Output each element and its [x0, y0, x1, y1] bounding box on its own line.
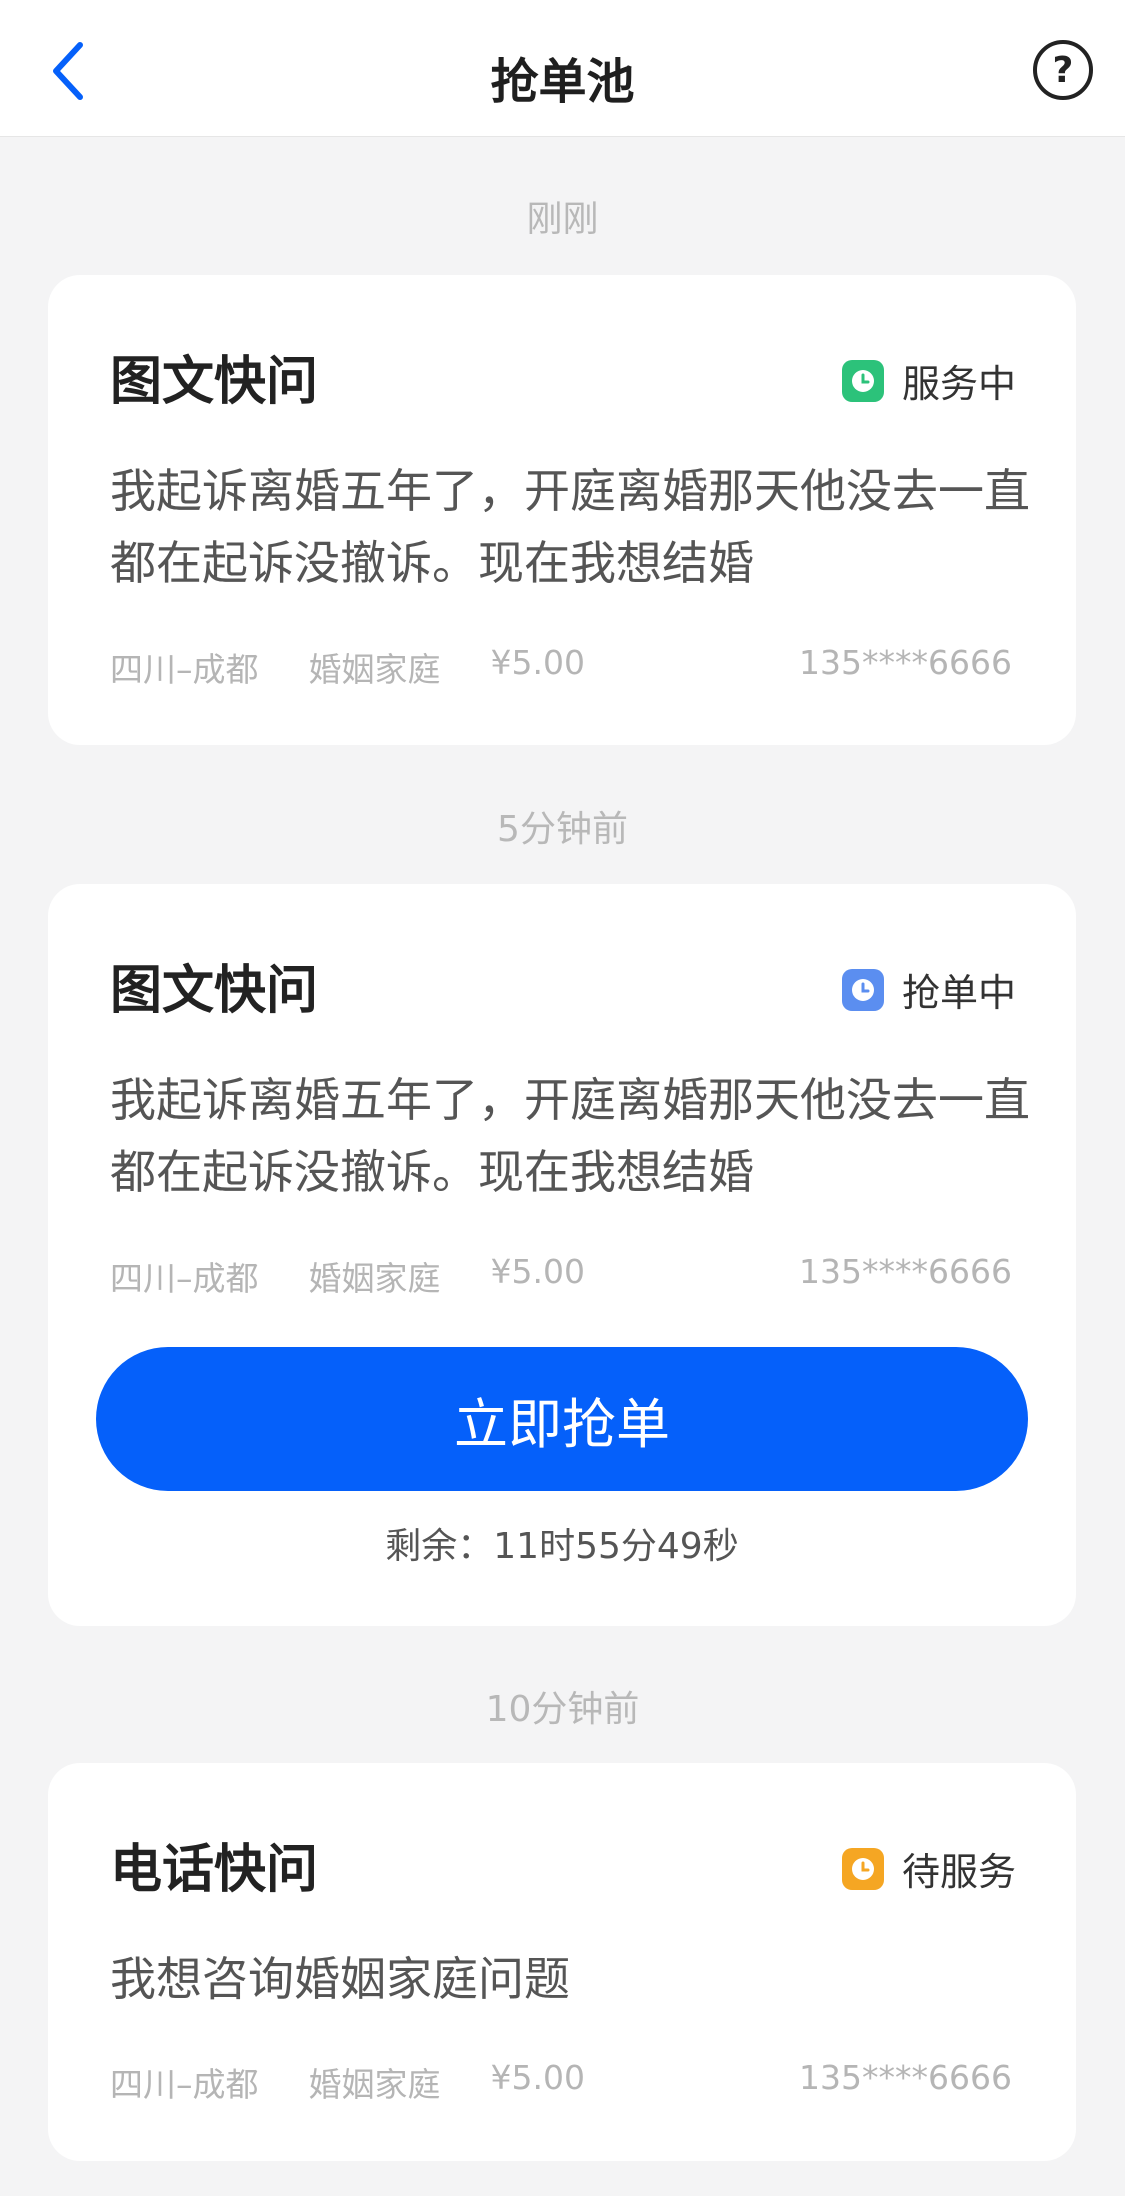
- card-meta: 四川–成都 婚姻家庭 ¥5.00 135****6666: [110, 2058, 1012, 2106]
- question-circle-icon: ?: [1052, 49, 1074, 91]
- question-description: 我想咨询婚姻家庭问题: [110, 1952, 570, 2006]
- question-description: 我起诉离婚五年了，开庭离婚那天他没去一直都在起诉没撤诉。现在我想结婚: [110, 1073, 1030, 1199]
- phone-text: 135****6666: [799, 643, 1012, 682]
- nav-bar: 抢单池 ?: [0, 0, 1125, 137]
- status-text: 服务中: [901, 362, 1016, 406]
- order-card[interactable]: 电话快问 待服务 我想咨询婚姻家庭问题 四川–成都 婚姻家庭 ¥5.00 135…: [48, 1763, 1076, 2161]
- page-title: 抢单池: [490, 54, 635, 110]
- price-text: ¥5.00: [490, 1252, 585, 1291]
- status-badge: 抢单中: [841, 962, 1016, 1017]
- status-badge: 待服务: [841, 1841, 1016, 1896]
- price-text: ¥5.00: [490, 643, 585, 682]
- clock-icon: [841, 1847, 884, 1890]
- order-card[interactable]: 图文快问 服务中 我起诉离婚五年了，开庭离婚那天他没去一直都在起诉没撤诉。现在我…: [48, 275, 1076, 745]
- location-text: 四川–成都: [110, 650, 259, 689]
- location-text: 四川–成都: [110, 2065, 259, 2104]
- card-title: 电话快问: [110, 1840, 319, 1900]
- help-button[interactable]: ?: [1033, 40, 1093, 100]
- location-text: 四川–成都: [110, 1259, 259, 1298]
- timestamp-label: 刚刚: [526, 199, 599, 240]
- price-text: ¥5.00: [490, 2058, 585, 2097]
- category-text: 婚姻家庭: [308, 650, 441, 689]
- category-text: 婚姻家庭: [308, 2065, 441, 2104]
- order-card[interactable]: 图文快问 抢单中 我起诉离婚五年了，开庭离婚那天他没去一直都在起诉没撤诉。现在我…: [48, 884, 1076, 1626]
- grab-order-button[interactable]: 立即抢单: [96, 1347, 1028, 1491]
- phone-text: 135****6666: [799, 2058, 1012, 2097]
- timestamp-label: 10分钟前: [485, 1689, 640, 1730]
- clock-icon: [841, 359, 884, 402]
- card-title: 图文快问: [110, 352, 319, 412]
- status-text: 待服务: [901, 1850, 1016, 1894]
- status-text: 抢单中: [901, 971, 1016, 1015]
- card-meta: 四川–成都 婚姻家庭 ¥5.00 135****6666: [110, 1252, 1012, 1300]
- clock-icon: [841, 968, 884, 1011]
- remaining-time: 剩余：11时55分49秒: [385, 1526, 739, 1567]
- question-description: 我起诉离婚五年了，开庭离婚那天他没去一直都在起诉没撤诉。现在我想结婚: [110, 464, 1030, 590]
- category-text: 婚姻家庭: [308, 1259, 441, 1298]
- timestamp-label: 5分钟前: [497, 809, 628, 850]
- card-title: 图文快问: [110, 961, 319, 1021]
- status-badge: 服务中: [841, 353, 1016, 408]
- card-meta: 四川–成都 婚姻家庭 ¥5.00 135****6666: [110, 643, 1012, 691]
- phone-text: 135****6666: [799, 1252, 1012, 1291]
